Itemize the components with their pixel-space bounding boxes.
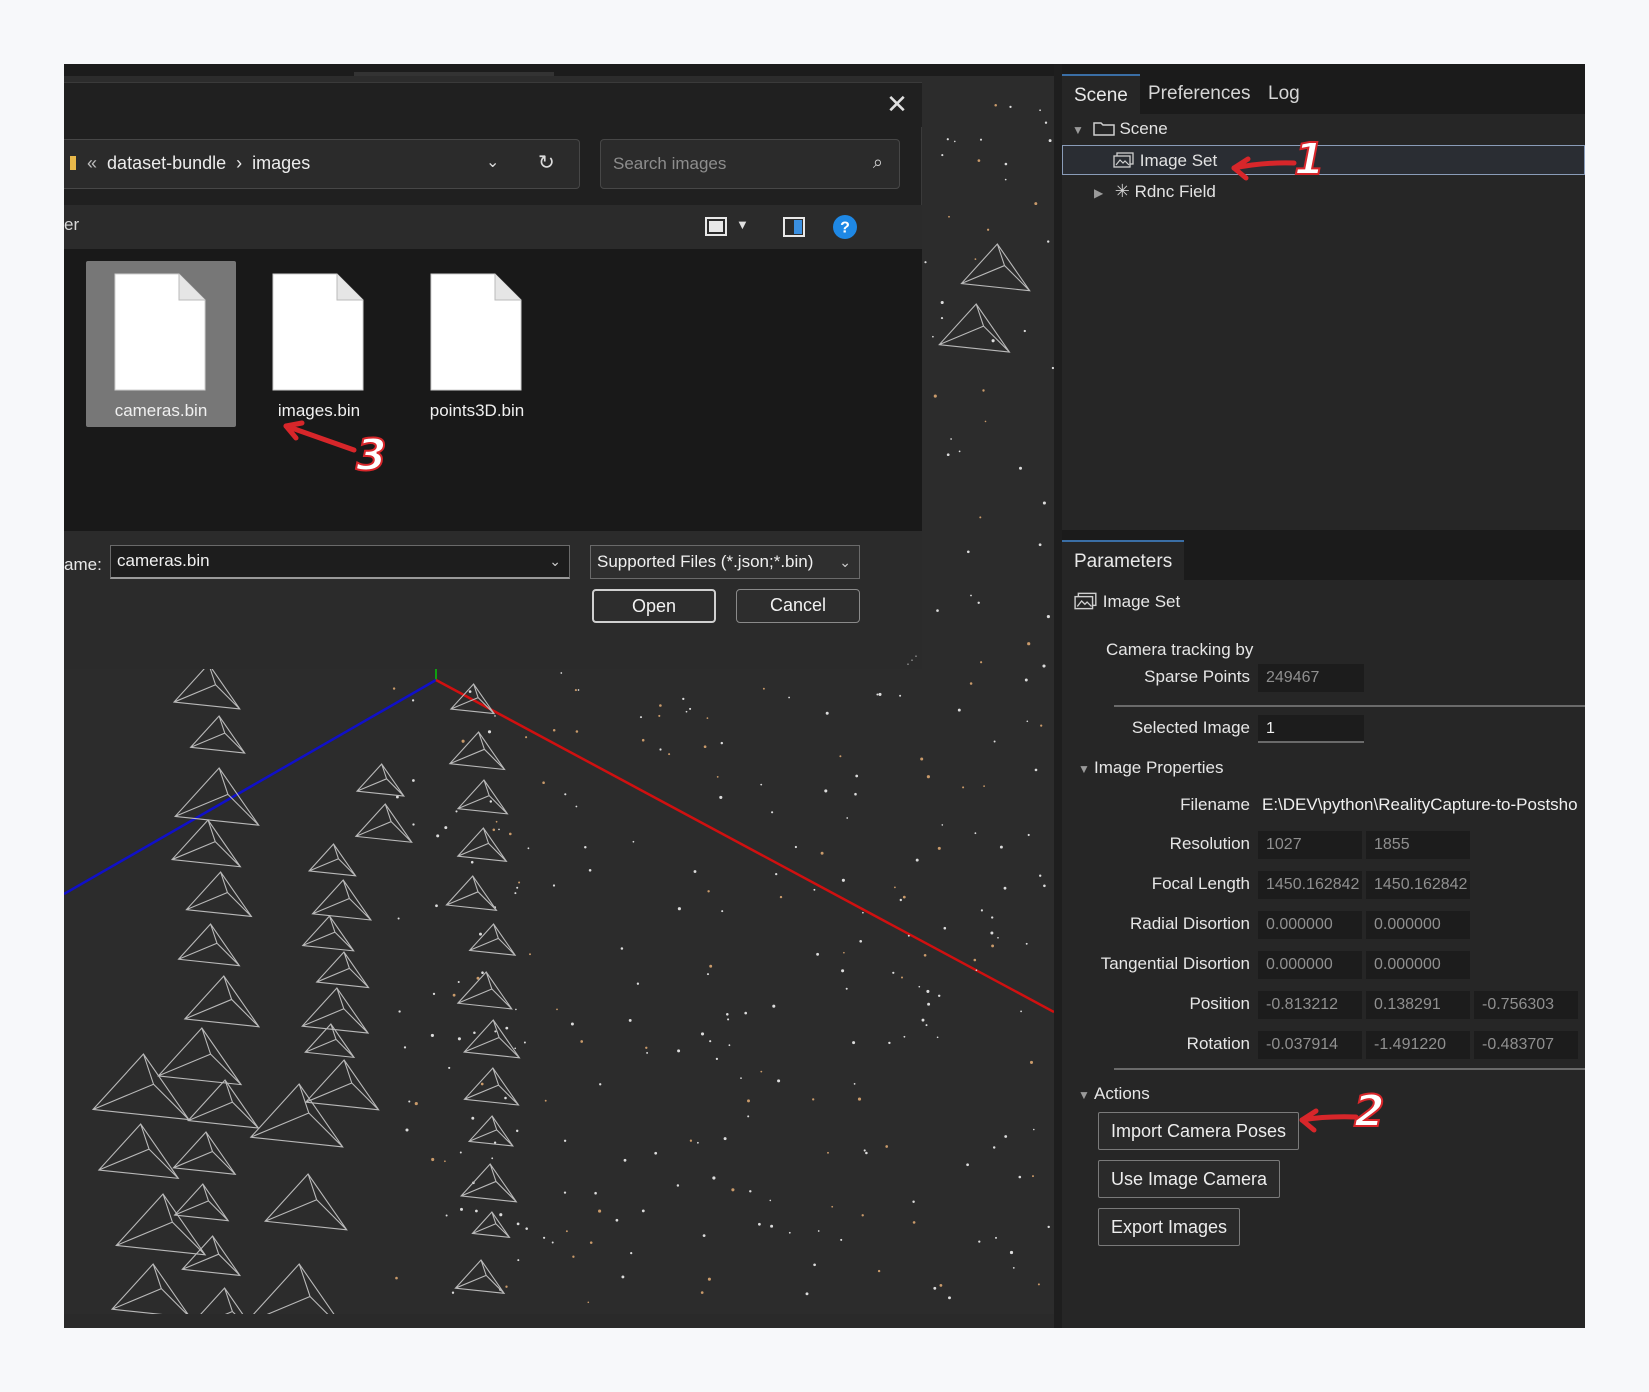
annotation-overlay <box>283 156 1359 1133</box>
annotation-number-2: 2 <box>1353 1085 1386 1138</box>
annotation-number-3: 3 <box>355 429 388 482</box>
app-window: Scene Preferences Log ▼ Scene Image Set … <box>64 64 1585 1328</box>
annotation-number-1: 1 <box>1293 133 1326 186</box>
